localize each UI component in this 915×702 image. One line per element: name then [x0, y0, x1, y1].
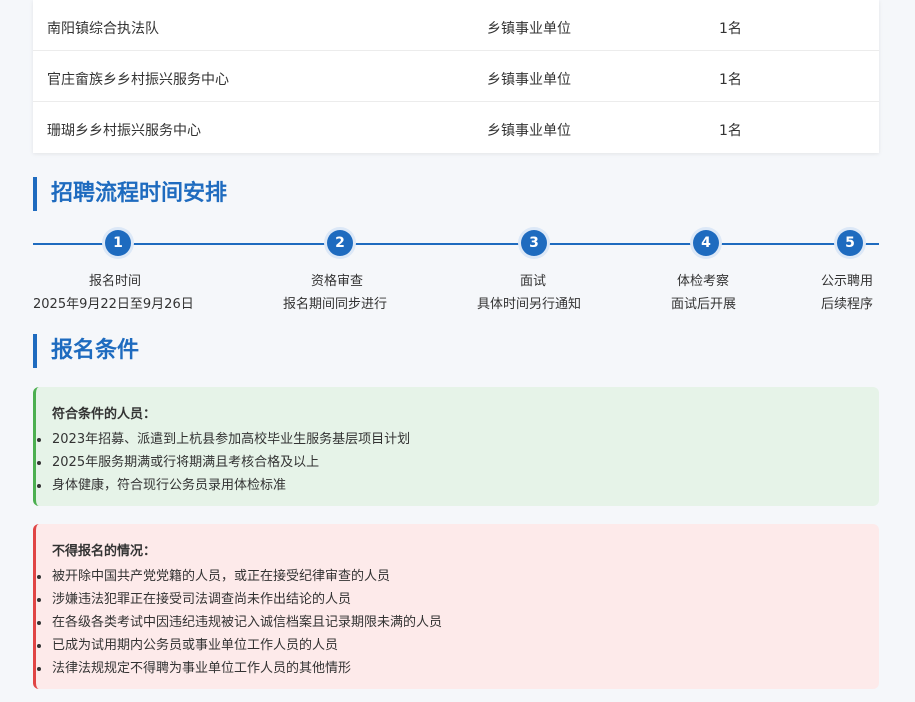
step-description: 后续程序	[821, 297, 874, 312]
position-name: 南阳镇综合执法队	[47, 21, 159, 37]
ineligible-conditions-box: 不得报名的情况： 被开除中国共产党党籍的人员，或正在接受纪律审查的人员 涉嫌违法…	[33, 524, 879, 689]
step-number-badge: 2	[327, 230, 353, 256]
step-description: 报名期间同步进行	[283, 297, 388, 312]
list-item: 涉嫌违法犯罪正在接受司法调查尚未作出结论的人员	[37, 588, 879, 611]
step-number-badge: 3	[521, 230, 547, 256]
eligible-conditions-box: 符合条件的人员： 2023年招募、派遣到上杭县参加高校毕业生服务基层项目计划 2…	[33, 387, 879, 506]
step-description: 面试后开展	[671, 297, 737, 312]
table-row: 南阳镇综合执法队 乡镇事业单位 1名	[33, 0, 879, 51]
ineligible-title: 不得报名的情况：	[52, 544, 157, 559]
step-title: 报名时间	[89, 274, 142, 289]
step-title: 面试	[520, 274, 547, 289]
position-count: 1名	[719, 21, 742, 37]
list-item: 身体健康，符合现行公务员录用体检标准	[37, 474, 879, 497]
step-number-badge: 1	[105, 230, 131, 256]
step-title: 资格审查	[311, 274, 364, 289]
position-count: 1名	[719, 123, 742, 139]
step-number-badge: 5	[837, 230, 863, 256]
positions-table: 南阳镇综合执法队 乡镇事业单位 1名 官庄畲族乡乡村振兴服务中心 乡镇事业单位 …	[33, 0, 879, 153]
position-type: 乡镇事业单位	[487, 72, 571, 88]
list-item: 被开除中国共产党党籍的人员，或正在接受纪律审查的人员	[37, 565, 879, 588]
eligible-list: 2023年招募、派遣到上杭县参加高校毕业生服务基层项目计划 2025年服务期满或…	[37, 428, 879, 497]
list-item: 在各级各类考试中因违纪违规被记入诚信档案且记录期限未满的人员	[37, 611, 879, 634]
position-type: 乡镇事业单位	[487, 21, 571, 37]
step-title: 体检考察	[677, 274, 730, 289]
eligible-title: 符合条件的人员：	[52, 407, 157, 422]
step-description: 2025年9月22日至9月26日	[33, 297, 194, 312]
step-title: 公示聘用	[821, 274, 874, 289]
list-item: 2025年服务期满或行将期满且考核合格及以上	[37, 451, 879, 474]
table-row: 官庄畲族乡乡村振兴服务中心 乡镇事业单位 1名	[33, 51, 879, 102]
position-name: 珊瑚乡乡村振兴服务中心	[47, 123, 201, 139]
step-number-badge: 4	[693, 230, 719, 256]
position-count: 1名	[719, 72, 742, 88]
position-name: 官庄畲族乡乡村振兴服务中心	[47, 72, 229, 88]
list-item: 已成为试用期内公务员或事业单位工作人员的人员	[37, 634, 879, 657]
step-description: 具体时间另行通知	[477, 297, 582, 312]
ineligible-list: 被开除中国共产党党籍的人员，或正在接受纪律审查的人员 涉嫌违法犯罪正在接受司法调…	[37, 565, 879, 680]
table-row: 珊瑚乡乡村振兴服务中心 乡镇事业单位 1名	[33, 102, 879, 152]
timeline-line	[33, 243, 879, 245]
position-type: 乡镇事业单位	[487, 123, 571, 139]
list-item: 2023年招募、派遣到上杭县参加高校毕业生服务基层项目计划	[37, 428, 879, 451]
list-item: 法律法规规定不得聘为事业单位工作人员的其他情形	[37, 657, 879, 680]
timeline-section-title: 招聘流程时间安排	[33, 177, 227, 211]
conditions-section-title: 报名条件	[33, 334, 139, 368]
